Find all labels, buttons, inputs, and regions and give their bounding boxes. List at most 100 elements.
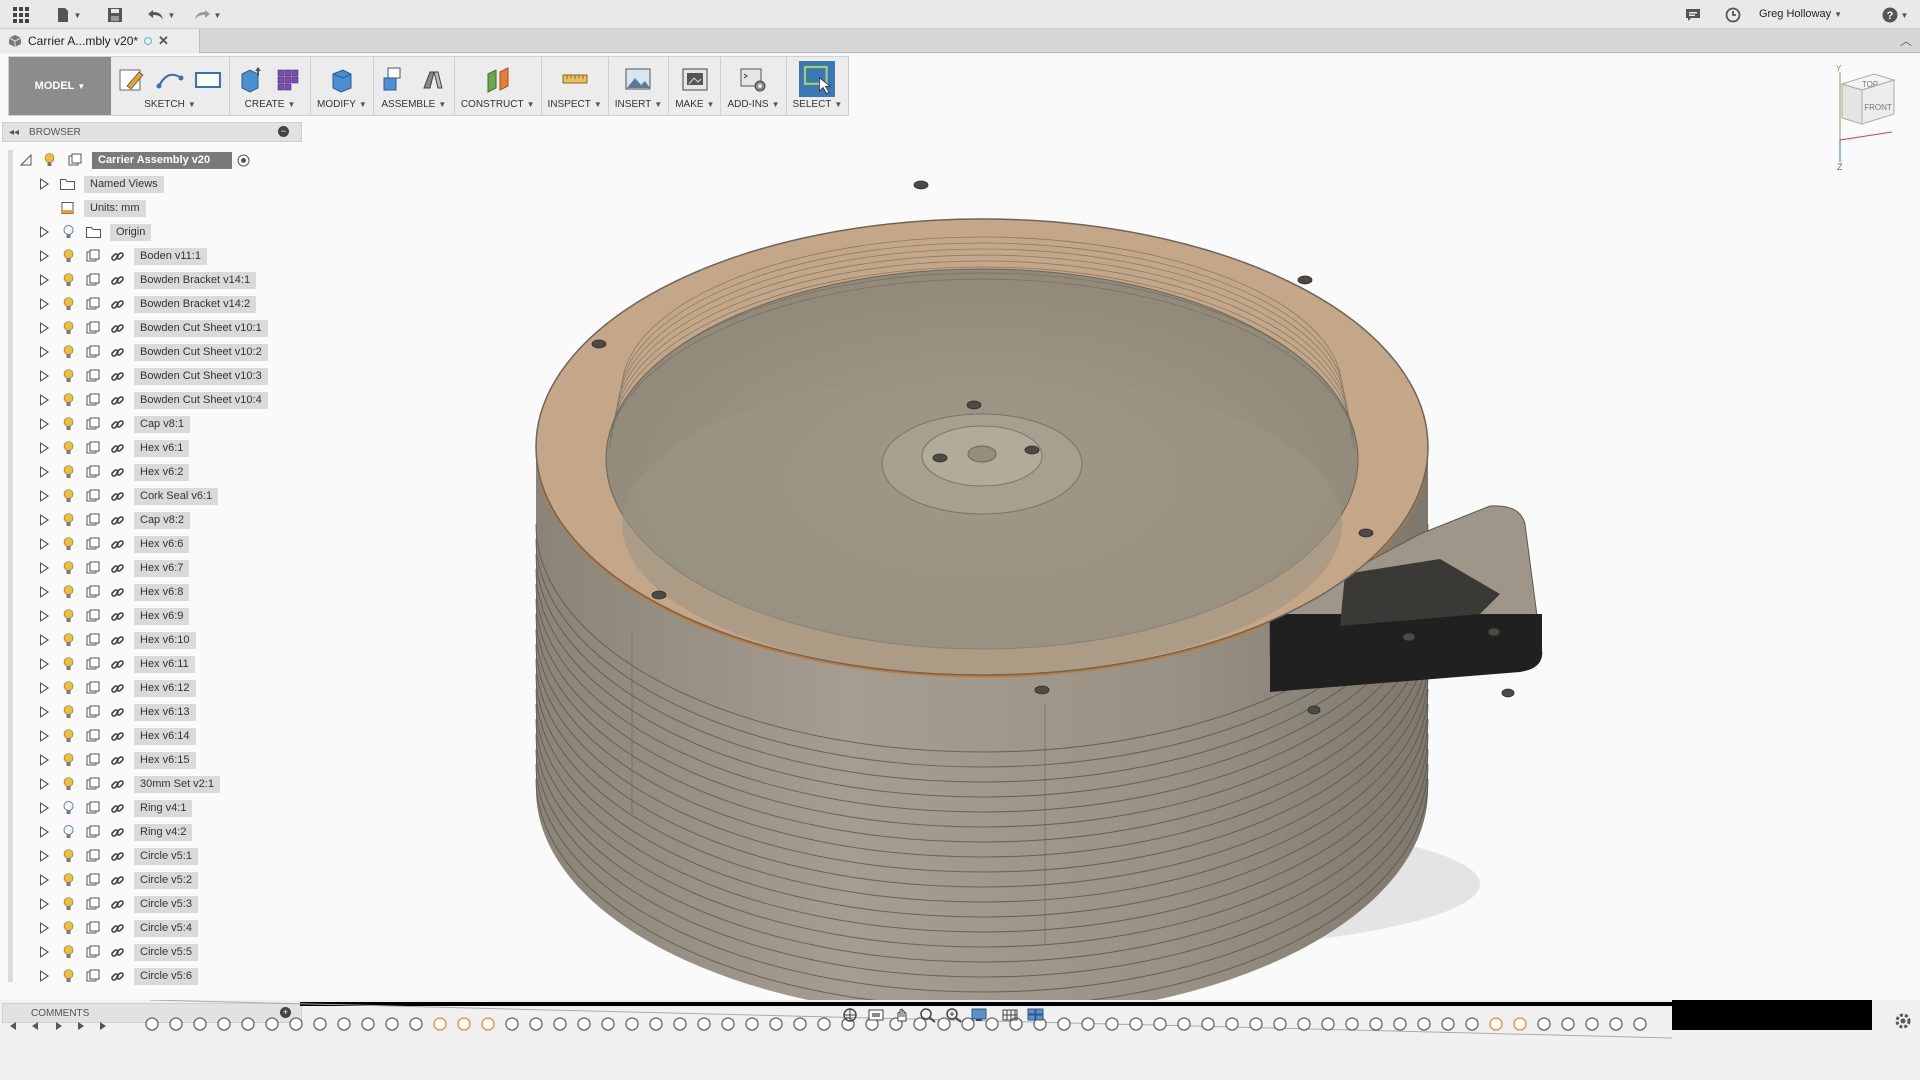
browser-header[interactable]: ◂◂ BROWSER − xyxy=(2,122,302,142)
visibility-bulb-icon[interactable] xyxy=(63,225,74,239)
expand-triangle-icon[interactable] xyxy=(40,874,49,886)
visibility-bulb-icon[interactable] xyxy=(63,945,74,959)
timeline-feature-marker[interactable] xyxy=(1633,1017,1647,1031)
zoom-icon[interactable] xyxy=(918,1007,938,1023)
tree-component-label[interactable]: Boden v11:1 xyxy=(134,248,207,265)
timeline-feature-marker[interactable] xyxy=(625,1017,639,1031)
look-at-icon[interactable] xyxy=(866,1007,886,1023)
timeline-feature-marker[interactable] xyxy=(1105,1017,1119,1031)
timeline-play-icon[interactable] xyxy=(56,1022,62,1030)
timeline-feature-marker[interactable] xyxy=(1201,1017,1215,1031)
expand-triangle-icon[interactable] xyxy=(40,274,49,286)
close-tab-icon[interactable]: ✕ xyxy=(158,33,169,49)
viewcube-front-label[interactable]: FRONT xyxy=(1864,103,1892,112)
tree-component-label[interactable]: Hex v6:7 xyxy=(134,560,190,577)
visibility-bulb-icon[interactable] xyxy=(63,249,74,263)
timeline-feature-marker[interactable] xyxy=(481,1017,495,1031)
timeline-end-icon[interactable] xyxy=(100,1022,106,1030)
visibility-bulb-icon[interactable] xyxy=(63,369,74,383)
visibility-bulb-icon[interactable] xyxy=(63,393,74,407)
toolbar-group-make[interactable]: MAKE ▼ xyxy=(669,57,722,115)
expand-triangle-icon[interactable] xyxy=(40,178,49,190)
timeline-feature-marker[interactable] xyxy=(313,1017,327,1031)
rectangle-icon[interactable] xyxy=(193,64,223,94)
visibility-bulb-icon[interactable] xyxy=(63,657,74,671)
timeline-feature-marker[interactable] xyxy=(1585,1017,1599,1031)
tree-component-label[interactable]: Hex v6:15 xyxy=(134,752,196,769)
tree-component-label[interactable]: Bowden Bracket v14:2 xyxy=(134,296,257,313)
timeline-feature-marker[interactable] xyxy=(217,1017,231,1031)
minimize-browser-icon[interactable]: − xyxy=(278,126,289,137)
tree-component-label[interactable]: 30mm Set v2:1 xyxy=(134,776,220,793)
timeline-feature-marker[interactable] xyxy=(289,1017,303,1031)
expand-triangle-icon[interactable] xyxy=(40,298,49,310)
tree-folder-label[interactable]: Named Views xyxy=(84,176,164,193)
redo-icon[interactable]: ▼ xyxy=(190,5,224,25)
visibility-bulb-icon[interactable] xyxy=(63,681,74,695)
pan-icon[interactable] xyxy=(892,1007,912,1023)
collapse-triangle-icon[interactable] xyxy=(20,154,32,166)
visibility-bulb-icon[interactable] xyxy=(63,585,74,599)
expand-triangle-icon[interactable] xyxy=(40,682,49,694)
offset-plane-icon[interactable] xyxy=(483,64,513,94)
job-status-icon[interactable] xyxy=(1723,5,1743,25)
tree-component-label[interactable]: Ring v4:2 xyxy=(134,824,193,841)
timeline-feature-marker[interactable] xyxy=(817,1017,831,1031)
toolbar-group-inspect[interactable]: INSPECT ▼ xyxy=(542,57,609,115)
tree-component-label[interactable]: Circle v5:6 xyxy=(134,968,198,985)
timeline-feature-marker[interactable] xyxy=(337,1017,351,1031)
orbit-icon[interactable] xyxy=(840,1007,860,1023)
tree-component-label[interactable]: Bowden Cut Sheet v10:2 xyxy=(134,344,268,361)
timeline-feature-marker[interactable] xyxy=(505,1017,519,1031)
expand-triangle-icon[interactable] xyxy=(40,250,49,262)
expand-triangle-icon[interactable] xyxy=(40,898,49,910)
tree-component-label[interactable]: Hex v6:2 xyxy=(134,464,190,481)
save-icon[interactable] xyxy=(104,5,126,25)
timeline-feature-marker[interactable] xyxy=(1153,1017,1167,1031)
expand-triangle-icon[interactable] xyxy=(40,466,49,478)
expand-triangle-icon[interactable] xyxy=(40,490,49,502)
timeline-feature-marker[interactable] xyxy=(1489,1017,1503,1031)
timeline-feature-marker[interactable] xyxy=(1465,1017,1479,1031)
visibility-bulb-icon[interactable] xyxy=(63,441,74,455)
visibility-bulb-icon[interactable] xyxy=(63,633,74,647)
expand-triangle-icon[interactable] xyxy=(40,586,49,598)
create-sketch-icon[interactable] xyxy=(117,64,147,94)
toolbar-group-construct[interactable]: CONSTRUCT ▼ xyxy=(455,57,542,115)
tree-folder-label[interactable]: Units: mm xyxy=(84,200,146,217)
expand-triangle-icon[interactable] xyxy=(40,946,49,958)
timeline-feature-marker[interactable] xyxy=(1345,1017,1359,1031)
3d-model-carrier-assembly[interactable] xyxy=(0,54,1920,1000)
scripts-addins-icon[interactable] xyxy=(738,64,768,94)
press-pull-icon[interactable] xyxy=(327,64,357,94)
select-icon[interactable] xyxy=(798,61,836,97)
timeline-feature-marker[interactable] xyxy=(433,1017,447,1031)
timeline-feature-marker[interactable] xyxy=(553,1017,567,1031)
visibility-bulb-icon[interactable] xyxy=(63,753,74,767)
expand-triangle-icon[interactable] xyxy=(40,802,49,814)
visibility-bulb-icon[interactable] xyxy=(63,825,74,839)
expand-triangle-icon[interactable] xyxy=(40,754,49,766)
timeline-settings-gear-icon[interactable] xyxy=(1894,1012,1912,1030)
timeline-start-icon[interactable] xyxy=(10,1022,16,1030)
expand-triangle-icon[interactable] xyxy=(40,322,49,334)
tree-component-label[interactable]: Circle v5:2 xyxy=(134,872,198,889)
visibility-bulb-icon[interactable] xyxy=(63,873,74,887)
measure-icon[interactable] xyxy=(560,64,590,94)
tree-component-label[interactable]: Circle v5:5 xyxy=(134,944,198,961)
tree-component-label[interactable]: Bowden Cut Sheet v10:1 xyxy=(134,320,268,337)
new-component-icon[interactable] xyxy=(380,64,410,94)
form-icon[interactable] xyxy=(274,64,304,94)
timeline-feature-marker[interactable] xyxy=(1609,1017,1623,1031)
timeline-feature-marker[interactable] xyxy=(409,1017,423,1031)
timeline-feature-marker[interactable] xyxy=(457,1017,471,1031)
timeline-feature-marker[interactable] xyxy=(1321,1017,1335,1031)
timeline-feature-marker[interactable] xyxy=(1177,1017,1191,1031)
viewcube-top-label[interactable]: TOP xyxy=(1862,80,1878,89)
timeline-feature-marker[interactable] xyxy=(673,1017,687,1031)
tree-component-label[interactable]: Hex v6:14 xyxy=(134,728,196,745)
expand-triangle-icon[interactable] xyxy=(40,610,49,622)
visibility-bulb-icon[interactable] xyxy=(63,345,74,359)
tree-component-label[interactable]: Hex v6:8 xyxy=(134,584,190,601)
visibility-bulb-icon[interactable] xyxy=(63,273,74,287)
